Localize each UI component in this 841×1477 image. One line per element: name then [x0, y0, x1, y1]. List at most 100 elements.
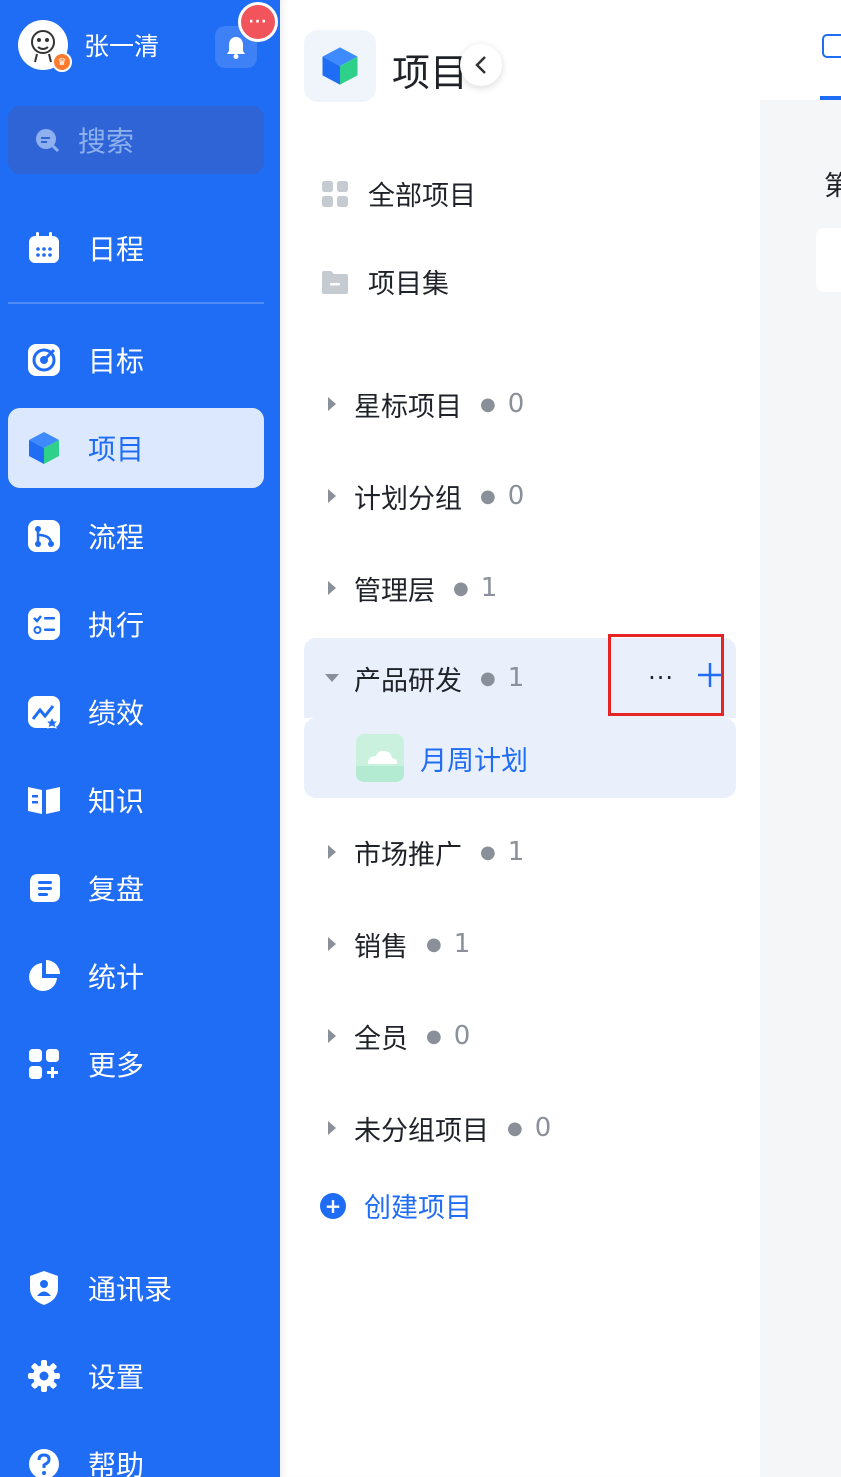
- sidebar-item-label: 统计: [88, 961, 145, 994]
- create-project-label: 创建项目: [364, 1193, 472, 1224]
- sidebar-item-label: 复盘: [88, 873, 145, 906]
- main-content: 第: [760, 0, 841, 1477]
- content-card[interactable]: [816, 228, 841, 292]
- sidebar-item-help[interactable]: 帮助: [8, 1424, 264, 1477]
- group-count: 1: [507, 837, 525, 867]
- group-management[interactable]: 管理层 ● 1: [304, 548, 736, 628]
- caret-right-icon: [324, 1028, 340, 1044]
- group-label: 市场推广: [354, 839, 462, 871]
- group-count: 1: [480, 573, 498, 603]
- sidebar-item-label: 知识: [88, 785, 145, 818]
- search-input[interactable]: 搜索: [8, 106, 264, 174]
- collapse-panel-button[interactable]: [460, 44, 502, 86]
- group-count: 0: [507, 481, 525, 511]
- active-tab-indicator: [820, 96, 841, 100]
- caret-right-icon: [324, 1120, 340, 1136]
- sidebar-item-label: 执行: [88, 609, 145, 642]
- folder-icon: [320, 267, 350, 297]
- sidebar-item-contacts[interactable]: 通讯录: [8, 1248, 264, 1328]
- pie-icon: [24, 956, 64, 996]
- group-count: 0: [534, 1113, 552, 1143]
- bell-icon: [227, 37, 245, 59]
- cube-icon: [24, 428, 64, 468]
- cube-icon: [322, 47, 358, 85]
- chevron-left-icon: [475, 56, 486, 74]
- caret-down-icon: [324, 670, 340, 686]
- group-label: 销售: [354, 931, 408, 963]
- chart-star-icon: [24, 692, 64, 732]
- highlight-annotation: [608, 634, 724, 716]
- sidebar-item-review[interactable]: 复盘: [8, 848, 264, 928]
- group-plan[interactable]: 计划分组 ● 0: [304, 456, 736, 536]
- group-label: 星标项目: [354, 391, 462, 423]
- sidebar-item-knowledge[interactable]: 知识: [8, 760, 264, 840]
- sidebar-item-label: 流程: [88, 521, 145, 554]
- separator-dot: ●: [426, 933, 442, 955]
- group-count: 0: [453, 1021, 471, 1051]
- project-item-label: 月周计划: [420, 745, 528, 777]
- sidebar-item-execute[interactable]: 执行: [8, 584, 264, 664]
- more-options-badge[interactable]: ···: [238, 2, 278, 42]
- sidebar-item-goal[interactable]: 目标: [8, 320, 264, 400]
- content-text: 第: [824, 171, 841, 202]
- sidebar-item-flow[interactable]: 流程: [8, 496, 264, 576]
- sidebar-item-label: 目标: [88, 345, 145, 378]
- project-panel: 项目 全部项目 项目集 星标项目 ● 0 计划分组 ● 0 管理层 ● 1 产品…: [280, 0, 760, 1477]
- sidebar-item-more[interactable]: 更多: [8, 1024, 264, 1104]
- project-item-weekly-plan[interactable]: 月周计划: [304, 718, 736, 798]
- group-label: 未分组项目: [354, 1115, 489, 1147]
- avatar[interactable]: ♛: [18, 20, 72, 72]
- project-logo: [304, 30, 376, 102]
- sidebar-item-project[interactable]: 项目: [8, 408, 264, 488]
- group-starred[interactable]: 星标项目 ● 0: [304, 364, 736, 444]
- all-projects-label: 全部项目: [368, 181, 476, 212]
- grid-plus-icon: [24, 1044, 64, 1084]
- create-project-button[interactable]: + 创建项目: [320, 1186, 472, 1225]
- separator-dot: ●: [480, 667, 496, 689]
- gear-icon: [24, 1356, 64, 1396]
- group-all-staff[interactable]: 全员 ● 0: [304, 996, 736, 1076]
- caret-right-icon: [324, 580, 340, 596]
- page-title: 项目: [392, 51, 469, 95]
- sidebar-divider: [8, 302, 264, 304]
- caret-right-icon: [324, 844, 340, 860]
- group-count: 0: [507, 389, 525, 419]
- separator-dot: ●: [480, 485, 496, 507]
- caret-right-icon: [324, 936, 340, 952]
- sidebar-item-label: 日程: [88, 233, 145, 266]
- all-projects-link[interactable]: 全部项目: [320, 174, 476, 213]
- search-placeholder: 搜索: [78, 125, 135, 158]
- separator-dot: ●: [480, 841, 496, 863]
- checkbox-tab-icon[interactable]: [822, 34, 841, 58]
- flow-icon: [24, 516, 64, 556]
- plus-circle-icon: +: [320, 1192, 346, 1219]
- search-icon: [36, 129, 60, 153]
- user-name: 张一清: [84, 32, 160, 61]
- sidebar-item-label: 通讯录: [88, 1273, 173, 1306]
- separator-dot: ●: [426, 1025, 442, 1047]
- sidebar-item-stats[interactable]: 统计: [8, 936, 264, 1016]
- group-count: 1: [507, 663, 525, 693]
- group-label: 管理层: [354, 575, 435, 607]
- group-sales[interactable]: 销售 ● 1: [304, 904, 736, 984]
- user-profile[interactable]: ♛ 张一清: [18, 20, 160, 72]
- sidebar-item-label: 帮助: [88, 1449, 145, 1477]
- shield-user-icon: [24, 1268, 64, 1308]
- group-count: 1: [453, 929, 471, 959]
- group-marketing[interactable]: 市场推广 ● 1: [304, 812, 736, 892]
- sidebar-item-schedule[interactable]: 日程: [8, 208, 264, 288]
- group-label: 全员: [354, 1023, 408, 1055]
- sidebar-item-settings[interactable]: 设置: [8, 1336, 264, 1416]
- separator-dot: ●: [480, 393, 496, 415]
- caret-right-icon: [324, 396, 340, 412]
- group-ungrouped[interactable]: 未分组项目 ● 0: [304, 1088, 736, 1168]
- sidebar-item-performance[interactable]: 绩效: [8, 672, 264, 752]
- sidebar-item-label: 绩效: [88, 697, 145, 730]
- calendar-icon: [24, 228, 64, 268]
- review-icon: [24, 868, 64, 908]
- group-label: 产品研发: [354, 665, 462, 697]
- main-sidebar: ♛ 张一清 ··· 搜索 日程 目标 项目 流程 执行 绩效 知识 复盘 统计 …: [0, 0, 280, 1477]
- project-set-link[interactable]: 项目集: [320, 262, 449, 301]
- checklist-icon: [24, 604, 64, 644]
- grid-icon: [320, 179, 350, 209]
